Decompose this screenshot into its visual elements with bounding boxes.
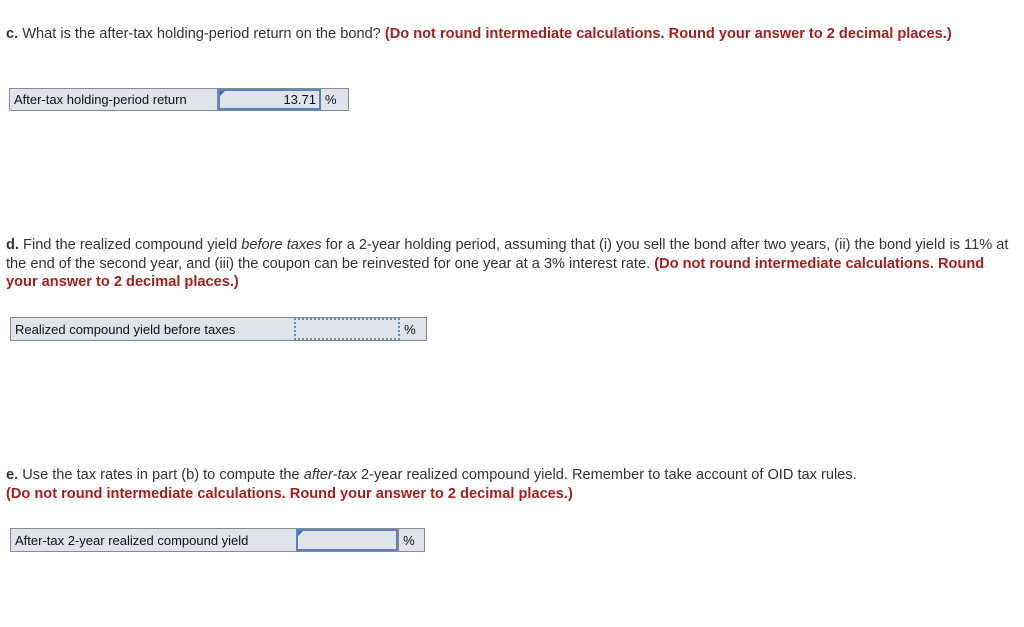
unit-percent-c: %: [325, 92, 337, 107]
question-e-text-1: Use the tax rates in part (b) to compute…: [18, 467, 304, 483]
question-c-instruction: (Do not round intermediate calculations.…: [384, 26, 952, 42]
answer-label-e: After-tax 2-year realized compound yield: [15, 532, 249, 548]
answer-row-d: Realized compound yield before taxes %: [10, 317, 427, 341]
after-tax-realized-yield-input[interactable]: [297, 531, 394, 549]
question-d: d. Find the realized compound yield befo…: [6, 236, 1011, 292]
question-e-lead: e.: [6, 467, 19, 483]
question-c-lead: c.: [6, 26, 19, 42]
question-e-emphasis: after-tax: [303, 467, 357, 483]
answer-input-d-wrapper[interactable]: [294, 318, 401, 340]
question-e-text-2: 2-year realized compound yield. Remember…: [356, 467, 857, 483]
after-tax-hpr-input[interactable]: [220, 91, 316, 108]
answer-label-c: After-tax holding-period return: [10, 89, 218, 110]
unit-percent-e: %: [398, 529, 424, 551]
realized-yield-before-tax-input[interactable]: [296, 320, 396, 338]
question-e-instruction: (Do not round intermediate calculations.…: [6, 485, 573, 502]
answer-input-e-wrapper[interactable]: [295, 529, 399, 551]
question-e: e. Use the tax rates in part (b) to comp…: [6, 466, 1011, 503]
input-flag-icon: [297, 531, 303, 536]
answer-row-e: After-tax 2-year realized compound yield…: [10, 528, 425, 552]
answer-label-d: Realized compound yield before taxes: [15, 321, 236, 337]
question-c-text: What is the after-tax holding-period ret…: [18, 26, 385, 42]
question-c: c. What is the after-tax holding-period …: [6, 25, 1011, 44]
answer-row-c: After-tax holding-period return %: [9, 88, 349, 111]
unit-percent-d: %: [404, 321, 416, 337]
question-d-emphasis: before taxes: [241, 237, 322, 253]
question-d-text-1: Find the realized compound yield: [18, 237, 242, 253]
answer-input-c-wrapper[interactable]: [218, 89, 321, 110]
input-flag-icon: [220, 91, 225, 96]
question-d-lead: d.: [6, 237, 19, 253]
